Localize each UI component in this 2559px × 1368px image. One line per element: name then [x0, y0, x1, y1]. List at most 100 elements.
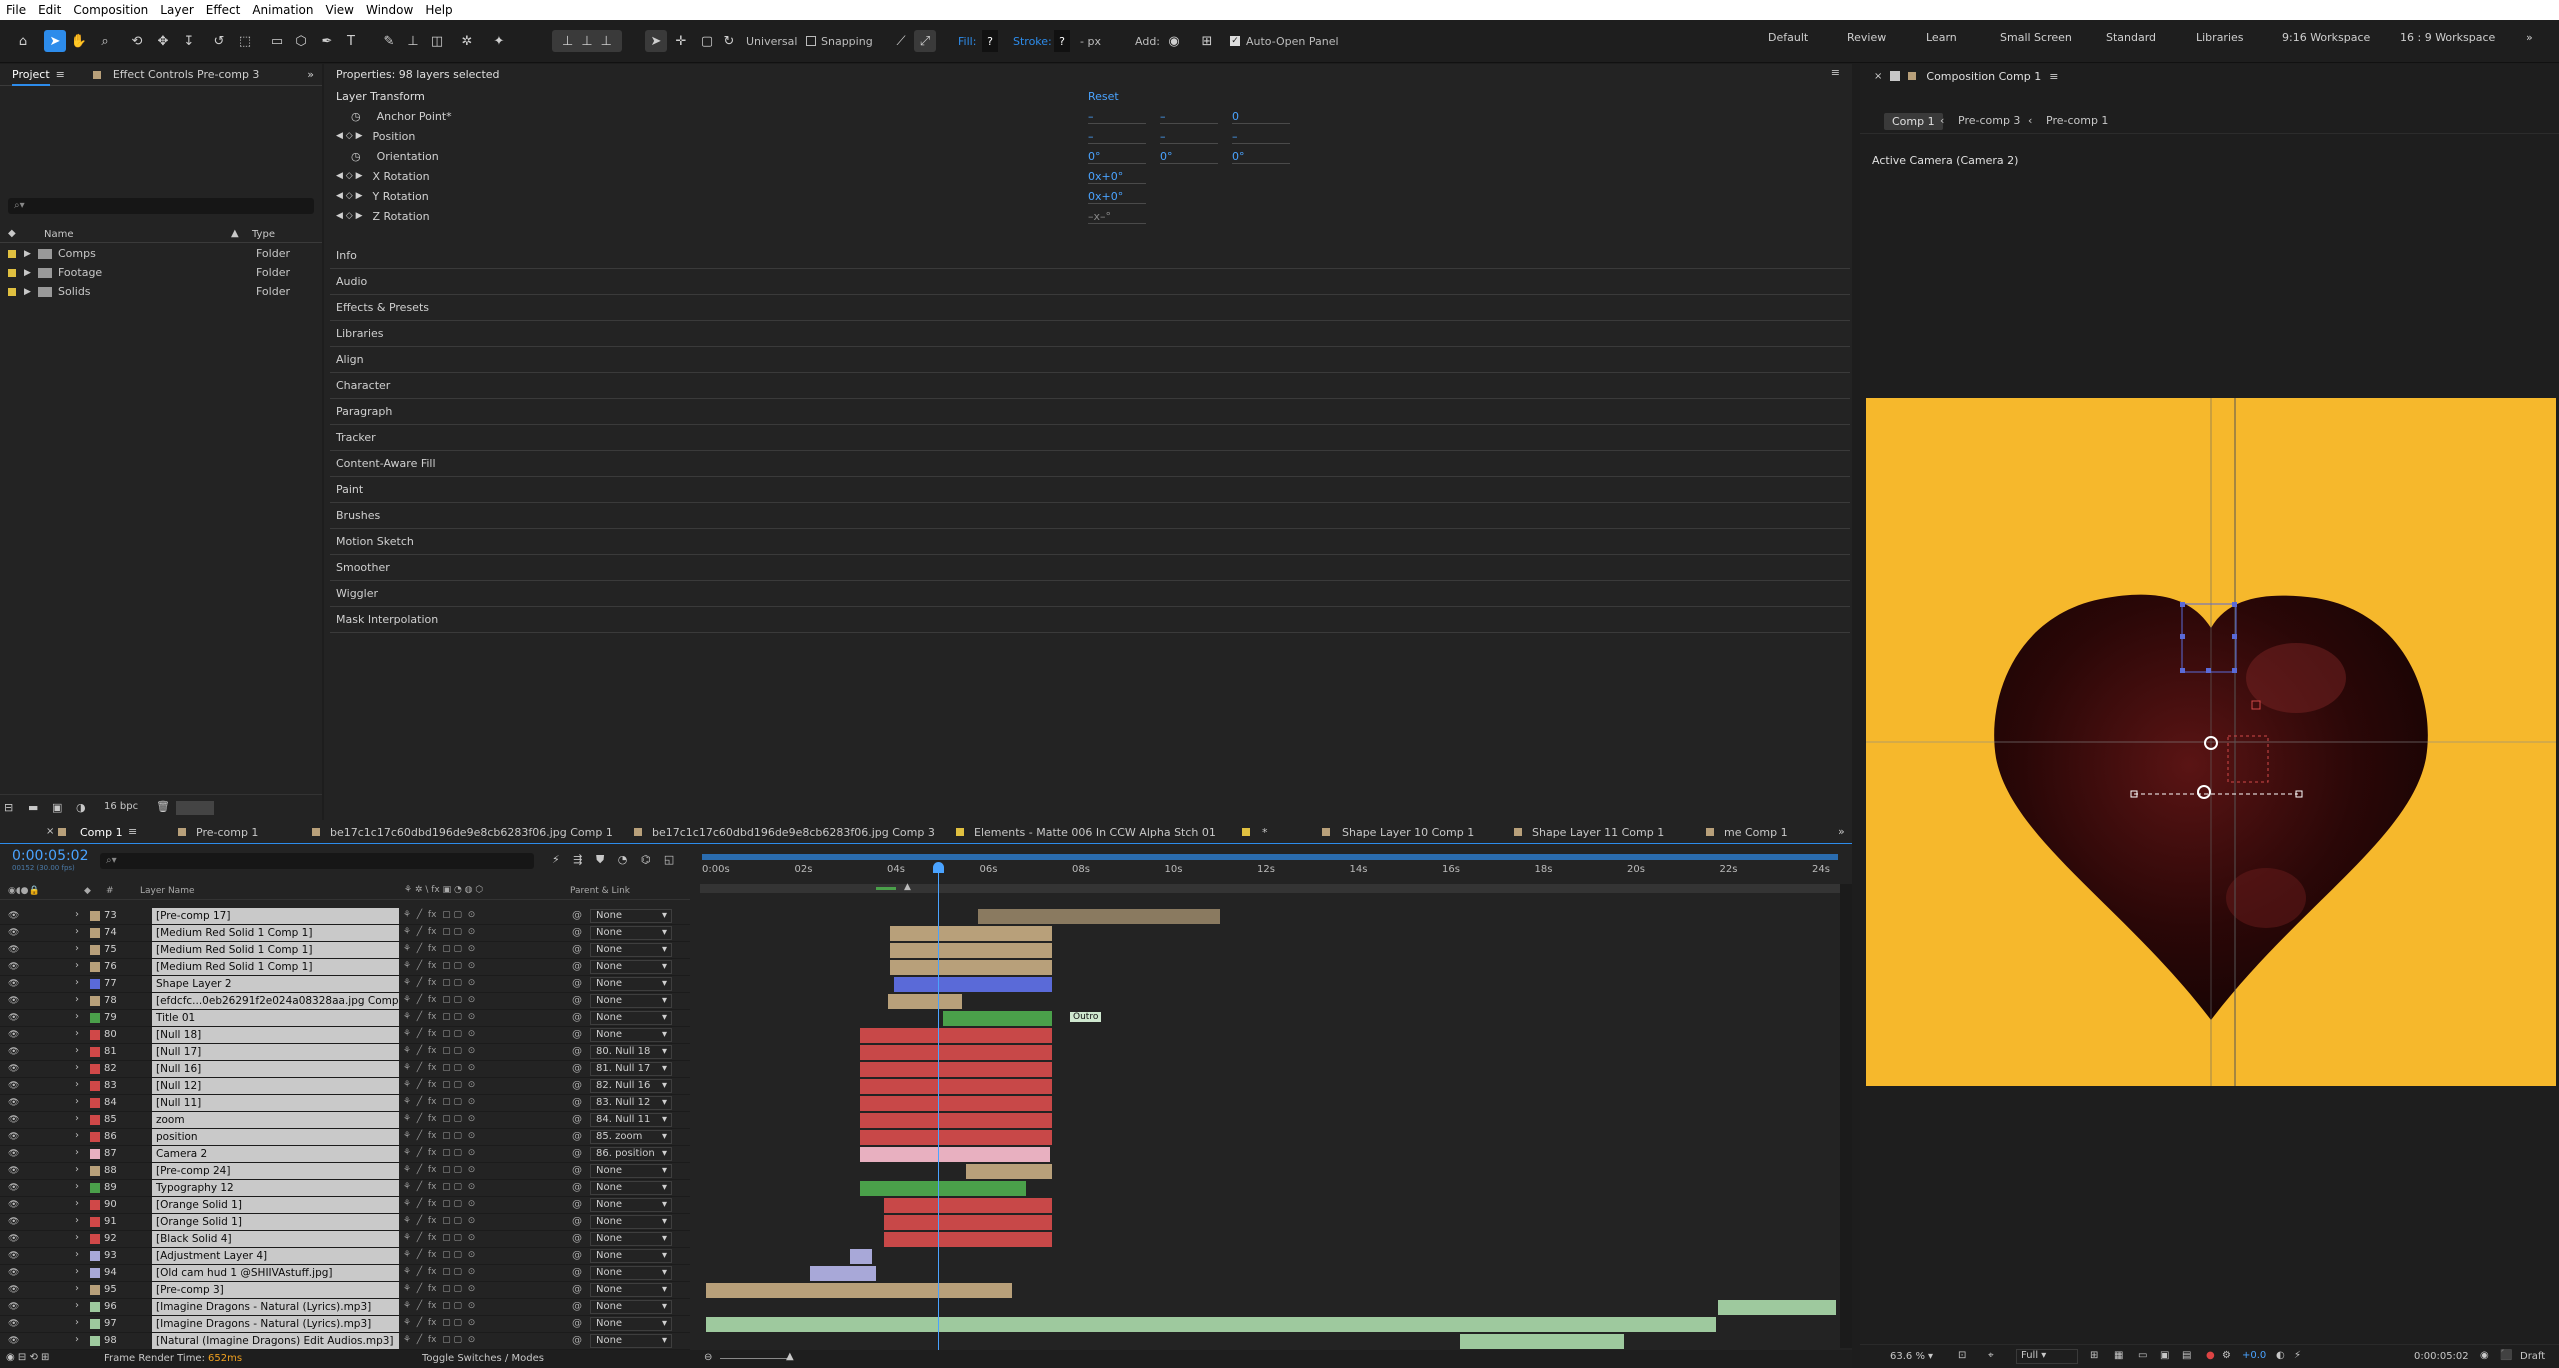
more-tabs-icon[interactable]: » [1838, 825, 1845, 838]
layer-switches[interactable]: ⚘ ╱ fx ▢ ▢ ⊙ [403, 910, 511, 923]
playhead-line[interactable] [938, 864, 939, 1364]
add-property-icon[interactable]: ◉ [1163, 30, 1185, 52]
eye-icon[interactable]: 👁 [8, 945, 19, 955]
label-swatch[interactable] [90, 1098, 100, 1108]
parent-dropdown[interactable]: None ▾ [590, 1215, 672, 1229]
fit-icon[interactable]: ⊡ [1958, 1350, 1966, 1361]
pick-whip-icon[interactable]: @ [572, 1233, 582, 1244]
layer-bar[interactable] [860, 1028, 1052, 1043]
camera-snapshot-icon[interactable]: ◉ [2480, 1350, 2489, 1361]
eye-icon[interactable]: 👁 [8, 1336, 19, 1346]
mask-visibility-icon[interactable]: ▭ [2138, 1350, 2147, 1361]
expand-arrow-icon[interactable]: › [75, 1164, 79, 1175]
layer-row[interactable]: 👁 › 81 [Null 17] ⚘ ╱ fx ▢ ▢ ⊙ @80. Null 18 ▾ [0, 1044, 690, 1061]
layer-row[interactable]: 👁 › 75 [Medium Red Solid 1 Comp 1] ⚘ ╱ fx ▢ … [0, 942, 690, 959]
parent-dropdown[interactable]: None ▾ [590, 1266, 672, 1280]
eye-icon[interactable]: 👁 [8, 1234, 19, 1244]
expand-arrow-icon[interactable]: › [75, 1181, 79, 1192]
expand-arrow-icon[interactable]: › [75, 909, 79, 920]
anchor-y-value[interactable]: – [1160, 110, 1218, 124]
eye-icon[interactable]: 👁 [8, 1030, 19, 1040]
work-area-bar[interactable] [702, 854, 1838, 860]
layer-bar[interactable] [860, 1113, 1052, 1128]
layer-switches[interactable]: ⚘ ╱ fx ▢ ▢ ⊙ [403, 995, 511, 1008]
parent-dropdown[interactable]: 84. Null 11 ▾ [590, 1113, 672, 1127]
workspace-default[interactable]: Default [1768, 31, 1808, 44]
layer-bar[interactable] [860, 1181, 1026, 1196]
layer-row[interactable]: 👁 › 94 [Old cam hud 1 @SHIIVAstuff.jpg] ⚘ ╱ … [0, 1265, 690, 1282]
label-swatch[interactable] [90, 1319, 100, 1329]
parent-dropdown[interactable]: None ▾ [590, 926, 672, 940]
parent-dropdown[interactable]: 83. Null 12 ▾ [590, 1096, 672, 1110]
pick-whip-icon[interactable]: @ [572, 995, 582, 1006]
layer-switches[interactable]: ⚘ ╱ fx ▢ ▢ ⊙ [403, 1233, 511, 1246]
layer-switches[interactable]: ⚘ ╱ fx ▢ ▢ ⊙ [403, 1267, 511, 1280]
panel-content-aware-fill[interactable]: Content-Aware Fill [330, 451, 1850, 477]
world-axis-icon[interactable]: ⊥ [581, 34, 592, 49]
pick-whip-icon[interactable]: @ [572, 1148, 582, 1159]
channel-icon[interactable]: ⚙ [2222, 1350, 2231, 1361]
label-swatch[interactable] [90, 1183, 100, 1193]
label-swatch[interactable] [90, 1013, 100, 1023]
workspace-small-screen[interactable]: Small Screen [2000, 31, 2072, 44]
parent-dropdown[interactable]: None ▾ [590, 1011, 672, 1025]
layer-row[interactable]: 👁 › 73 [Pre-comp 17] ⚘ ╱ fx ▢ ▢ ⊙ @ None ▾ [0, 908, 690, 925]
label-swatch[interactable] [90, 1064, 100, 1074]
motion-blur-icon[interactable]: ◔ [618, 853, 628, 866]
pen-tool-icon[interactable]: ✒ [316, 30, 338, 52]
layer-name[interactable]: [Null 11] [152, 1095, 399, 1111]
parent-dropdown[interactable]: None ▾ [590, 960, 672, 974]
layer-row[interactable]: 👁 › 91 [Orange Solid 1] ⚘ ╱ fx ▢ ▢ ⊙ @ None ▾ [0, 1214, 690, 1231]
transparency-grid-icon[interactable]: ▦ [2114, 1350, 2123, 1361]
effect-controls-tab[interactable]: Effect Controls Pre-comp 3 [113, 68, 260, 81]
layer-switches[interactable]: ⚘ ╱ fx ▢ ▢ ⊙ [403, 1080, 511, 1093]
label-swatch[interactable] [90, 1234, 100, 1244]
fast-preview-icon[interactable]: ⚡ [2294, 1350, 2301, 1361]
orbit-tool-icon[interactable]: ⟲ [126, 30, 148, 52]
label-swatch[interactable] [90, 1149, 100, 1159]
stopwatch-icon[interactable]: ◷ [351, 110, 361, 123]
expand-arrow-icon[interactable]: › [75, 960, 79, 971]
position-z-value[interactable]: – [1232, 130, 1290, 144]
stroke-label[interactable]: Stroke: [1013, 30, 1052, 52]
draft-label[interactable]: Draft [2520, 1351, 2545, 1362]
clone-stamp-icon[interactable]: ⊥ [402, 30, 424, 52]
stroke-swatch[interactable]: ? [1054, 30, 1070, 52]
local-axis-icon[interactable]: ⊥ [562, 34, 573, 49]
eye-icon[interactable]: 👁 [8, 1200, 19, 1210]
expand-arrow-icon[interactable]: › [75, 926, 79, 937]
trash-icon[interactable]: 🗑 [156, 800, 170, 813]
project-settings-icon[interactable]: ◑ [76, 801, 86, 814]
eye-icon[interactable]: 👁 [8, 1285, 19, 1295]
tab-shape-layer-10[interactable]: Shape Layer 10 Comp 1 [1342, 826, 1474, 839]
layer-row[interactable]: 👁 › 84 [Null 11] ⚘ ╱ fx ▢ ▢ ⊙ @83. Null 12 ▾ [0, 1095, 690, 1112]
rotate-tool-icon[interactable]: ↺ [208, 30, 230, 52]
layer-switches[interactable]: ⚘ ╱ fx ▢ ▢ ⊙ [403, 1250, 511, 1263]
layer-bar[interactable] [860, 1096, 1052, 1111]
menu-layer[interactable]: Layer [154, 3, 199, 17]
fill-swatch[interactable]: ? [982, 30, 998, 52]
parent-dropdown[interactable]: None ▾ [590, 1300, 672, 1314]
auto-open-checkbox[interactable]: ✓ Auto-Open Panel [1230, 30, 1339, 52]
panel-menu-icon[interactable]: ≡ [2049, 70, 2058, 83]
label-swatch[interactable] [90, 1251, 100, 1261]
crumb-pre-comp-1[interactable]: Pre-comp 1 [2046, 114, 2108, 127]
layer-name[interactable]: [efdcfc...0eb26291f2e024a08328aa.jpg Com… [152, 993, 399, 1009]
eye-icon[interactable]: 👁 [8, 1183, 19, 1193]
type-column[interactable]: Type [252, 229, 275, 240]
layer-name[interactable]: [Orange Solid 1] [152, 1197, 399, 1213]
keyframe-nav-icon[interactable]: ◀ ◇ ▶ [336, 131, 363, 141]
label-swatch[interactable] [90, 979, 100, 989]
parent-dropdown[interactable]: 86. position ▾ [590, 1147, 672, 1161]
eye-icon[interactable]: 👁 [8, 1115, 19, 1125]
layer-switches[interactable]: ⚘ ╱ fx ▢ ▢ ⊙ [403, 1063, 511, 1076]
menu-effect[interactable]: Effect [200, 3, 247, 17]
panel-paint[interactable]: Paint [330, 477, 1850, 503]
layer-row[interactable]: 👁 › 93 [Adjustment Layer 4] ⚘ ╱ fx ▢ ▢ ⊙ @ Non… [0, 1248, 690, 1265]
draft-3d-icon[interactable]: ⚡ [552, 853, 560, 866]
menu-animation[interactable]: Animation [246, 3, 319, 17]
panel-brushes[interactable]: Brushes [330, 503, 1850, 529]
layer-row[interactable]: 👁 › 88 [Pre-comp 24] ⚘ ╱ fx ▢ ▢ ⊙ @ None ▾ [0, 1163, 690, 1180]
parent-dropdown[interactable]: None ▾ [590, 1232, 672, 1246]
layer-bar[interactable] [860, 1147, 1050, 1162]
